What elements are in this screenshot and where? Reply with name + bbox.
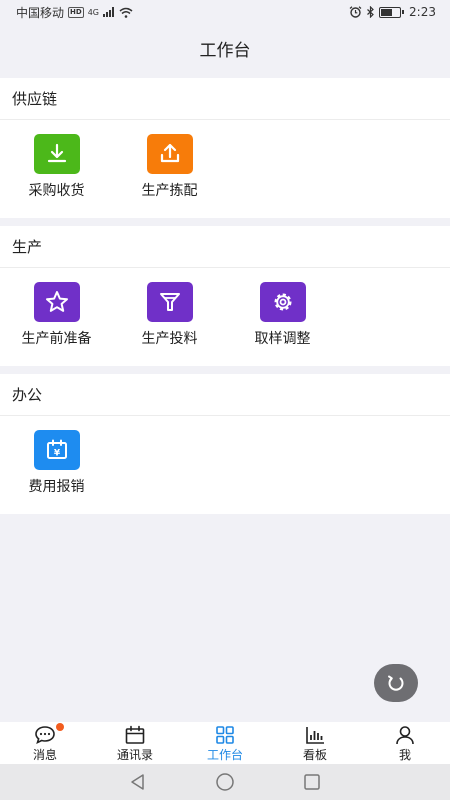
wifi-icon bbox=[119, 7, 133, 18]
app-item-production-picking[interactable]: 生产拣配 bbox=[113, 134, 226, 200]
app-label: 生产前准备 bbox=[21, 331, 92, 347]
contacts-icon bbox=[125, 725, 145, 744]
carrier-text: 中国移动 bbox=[16, 5, 65, 20]
bottom-tab-bar: 消息 通讯录 工作台 看板 我 bbox=[0, 722, 450, 764]
network-text: 4G bbox=[87, 7, 99, 17]
status-left: 中国移动 HD 4G bbox=[16, 4, 133, 21]
home-icon[interactable] bbox=[215, 772, 235, 792]
upload-icon bbox=[146, 134, 193, 174]
tab-workbench[interactable]: 工作台 bbox=[180, 722, 270, 764]
app-label: 采购收货 bbox=[28, 183, 85, 199]
clock-text: 2:23 bbox=[409, 5, 436, 19]
page-header: 工作台 bbox=[0, 24, 450, 72]
app-item-sampling-adjust[interactable]: 取样调整 bbox=[226, 282, 339, 348]
bluetooth-icon bbox=[367, 6, 374, 18]
battery-icon bbox=[379, 6, 405, 18]
section-production: 生产 生产前准备 生产投料 取样调整 bbox=[0, 226, 450, 366]
hd-badge: HD bbox=[68, 6, 84, 18]
app-item-preproduction[interactable]: 生产前准备 bbox=[0, 282, 113, 348]
tab-dashboard[interactable]: 看板 bbox=[270, 722, 360, 764]
tab-label: 我 bbox=[398, 748, 411, 762]
funnel-icon bbox=[146, 282, 193, 322]
refresh-button[interactable] bbox=[374, 664, 418, 702]
person-icon bbox=[396, 726, 414, 745]
status-right: 2:23 bbox=[349, 5, 436, 19]
status-bar: 中国移动 HD 4G 2:23 bbox=[0, 0, 450, 24]
app-label: 取样调整 bbox=[254, 331, 311, 347]
tab-label: 通讯录 bbox=[116, 748, 153, 762]
tab-messages[interactable]: 消息 bbox=[0, 722, 90, 764]
section-body: ¥ 费用报销 bbox=[0, 416, 450, 496]
download-icon bbox=[33, 134, 80, 174]
app-item-expense-reimbursement[interactable]: ¥ 费用报销 bbox=[0, 430, 113, 496]
section-body: 生产前准备 生产投料 取样调整 bbox=[0, 268, 450, 348]
tab-me[interactable]: 我 bbox=[360, 722, 450, 764]
signal-icon bbox=[102, 7, 114, 17]
tab-label: 工作台 bbox=[206, 748, 243, 762]
section-title: 生产 bbox=[0, 226, 450, 268]
tab-label: 消息 bbox=[32, 748, 57, 762]
tab-label: 看板 bbox=[302, 748, 327, 762]
alarm-icon bbox=[349, 6, 362, 18]
app-item-production-feeding[interactable]: 生产投料 bbox=[113, 282, 226, 348]
unread-badge bbox=[56, 723, 64, 731]
grid-icon bbox=[216, 726, 234, 744]
svg-text:¥: ¥ bbox=[53, 449, 60, 459]
section-supply-chain: 供应链 采购收货 生产拣配 bbox=[0, 78, 450, 218]
section-office: 办公 ¥ 费用报销 bbox=[0, 374, 450, 514]
back-icon[interactable] bbox=[129, 773, 147, 791]
chart-icon bbox=[306, 727, 324, 744]
system-nav-bar bbox=[0, 764, 450, 800]
star-icon bbox=[33, 282, 80, 322]
app-label: 费用报销 bbox=[28, 479, 85, 495]
section-title: 供应链 bbox=[0, 78, 450, 120]
refresh-icon bbox=[388, 675, 404, 691]
message-icon bbox=[35, 726, 55, 744]
recents-icon[interactable] bbox=[303, 773, 321, 791]
tab-contacts[interactable]: 通讯录 bbox=[90, 722, 180, 764]
section-body: 采购收货 生产拣配 bbox=[0, 120, 450, 200]
section-title: 办公 bbox=[0, 374, 450, 416]
app-label: 生产拣配 bbox=[141, 183, 198, 199]
gear-icon bbox=[259, 282, 306, 322]
page-title: 工作台 bbox=[199, 40, 251, 61]
yuan-calendar-icon: ¥ bbox=[33, 430, 80, 470]
app-label: 生产投料 bbox=[141, 331, 198, 347]
app-item-purchase-receipt[interactable]: 采购收货 bbox=[0, 134, 113, 200]
